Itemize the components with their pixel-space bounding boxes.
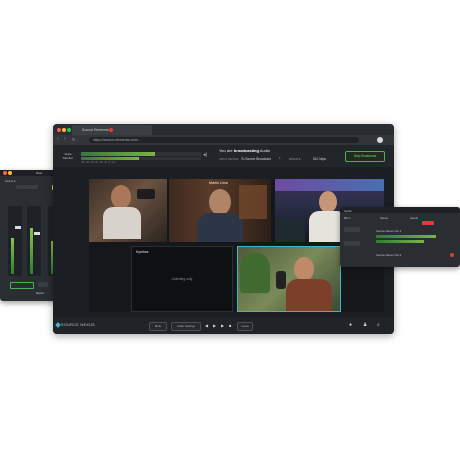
meter-label: Voice Monitor (62, 152, 73, 160)
leave-button[interactable]: Leave (237, 322, 253, 331)
close-icon[interactable] (57, 128, 61, 132)
input-meter (81, 152, 201, 156)
bitrate-select[interactable]: 512 kbps (313, 157, 326, 161)
bottom-bar: SOURCE NEXUS Mute Audio Settings ◀ ▶ ▶ ■… (53, 318, 394, 334)
participant-tile[interactable] (89, 179, 167, 242)
minimize-icon[interactable] (8, 171, 12, 175)
participant-video (209, 189, 231, 215)
participant-video (294, 257, 314, 281)
camera-icon[interactable]: ■ (229, 323, 231, 328)
search-icon[interactable]: ⌕ (377, 322, 380, 328)
participant-video (319, 191, 337, 213)
minimize-icon[interactable] (62, 128, 66, 132)
input-select[interactable] (344, 241, 360, 246)
channel-strip (27, 206, 41, 276)
microphone-icon (137, 189, 155, 199)
participant-video (111, 185, 131, 209)
level-meter (11, 237, 14, 274)
bookshelf (239, 185, 267, 219)
chevron-down-icon: ▾ (279, 156, 281, 160)
close-icon[interactable] (450, 253, 454, 257)
back-icon[interactable]: ‹ (57, 136, 59, 142)
participant-video (197, 213, 243, 242)
close-icon[interactable] (3, 171, 7, 175)
master-label: Master (36, 292, 44, 295)
forward-icon[interactable]: › (64, 136, 66, 142)
input-select[interactable] (344, 227, 360, 232)
input-device-select[interactable]: To Source Broadcast (241, 157, 271, 161)
status-suffix: Audio (259, 148, 271, 153)
participant-name: Martin Lima (209, 181, 228, 185)
brand-logo-icon (55, 322, 61, 328)
stop-broadcast-button[interactable]: Stop Broadcast (345, 151, 385, 162)
panel-titlebar: Inputs (340, 207, 460, 213)
brand-name: SOURCE NEXUS (61, 323, 95, 327)
speaker-icon[interactable]: ◂) (203, 152, 207, 158)
meter-fill (81, 152, 156, 156)
row-meter (376, 235, 436, 238)
plant (240, 253, 270, 293)
inputs-panel: Inputs Mic 1 Stereo Sends Source Nexus O… (340, 207, 460, 267)
mixer-source-label: Source A (5, 180, 16, 183)
column-sends: Sends (410, 216, 418, 220)
record-toggle[interactable] (422, 221, 434, 225)
participant-tile-active[interactable] (237, 246, 341, 312)
info-icon[interactable]: ● (349, 322, 352, 328)
input-meter-2 (81, 157, 201, 160)
play-icon[interactable]: ▶ (213, 323, 216, 328)
address-bar: ‹ › ↻ https://source-elements.com/... (53, 135, 394, 145)
column-stereo: Stereo (380, 216, 389, 220)
reload-icon[interactable]: ↻ (72, 137, 75, 142)
mixer-button[interactable] (10, 282, 34, 289)
row-label: Source Nexus Out 2 (376, 253, 402, 257)
status-prefix: You are (219, 148, 233, 153)
url-field[interactable]: https://source-elements.com/... (89, 137, 359, 143)
meter-scale: -60 -50 -40 -30 -20 -10 -6 -3 0 (81, 161, 116, 164)
meter-fill-2 (81, 157, 139, 160)
profile-avatar[interactable] (377, 137, 383, 143)
status-text: You are broadcasting Audio (219, 148, 270, 153)
panel-title: Inputs (344, 208, 352, 213)
fader-handle[interactable] (34, 232, 40, 235)
input-device-label: INPUT DEVICE (219, 157, 239, 161)
participant-video (103, 207, 141, 239)
participant-tile[interactable]: Kymbra Listening only (131, 246, 233, 312)
recording-icon (109, 128, 113, 132)
mixer-button[interactable] (38, 282, 48, 287)
participant-tile[interactable]: Martin Lima (169, 179, 271, 242)
fader-handle[interactable] (15, 226, 21, 229)
status-bold: broadcasting (233, 148, 259, 153)
background-lights (275, 179, 384, 191)
equipment (275, 219, 305, 242)
prev-icon[interactable]: ◀ (205, 323, 208, 328)
mute-button[interactable]: Mute (149, 322, 167, 331)
participant-name: Kymbra (136, 250, 149, 254)
row-meter (376, 240, 424, 243)
level-meter (30, 227, 33, 274)
microphone-icon (276, 271, 286, 289)
column-mic: Mic 1 (344, 216, 351, 220)
listening-only-text: Listening only (171, 277, 193, 281)
audio-settings-button[interactable]: Audio Settings (171, 322, 201, 331)
tab-bar: Source Elements (53, 124, 394, 135)
row-label: Source Nexus Out 1 (376, 229, 402, 233)
users-icon[interactable]: ♟ (363, 322, 367, 328)
channel-strip (8, 206, 22, 276)
participant-video (286, 279, 332, 311)
source-select[interactable] (16, 185, 38, 189)
next-icon[interactable]: ▶ (221, 323, 224, 328)
bitrate-label: BITRATE (289, 157, 301, 161)
mixer-title: Mixer (36, 171, 43, 175)
maximize-icon[interactable] (67, 128, 71, 132)
app-header: Voice Monitor -60 -50 -40 -30 -20 -10 -6… (53, 145, 394, 167)
